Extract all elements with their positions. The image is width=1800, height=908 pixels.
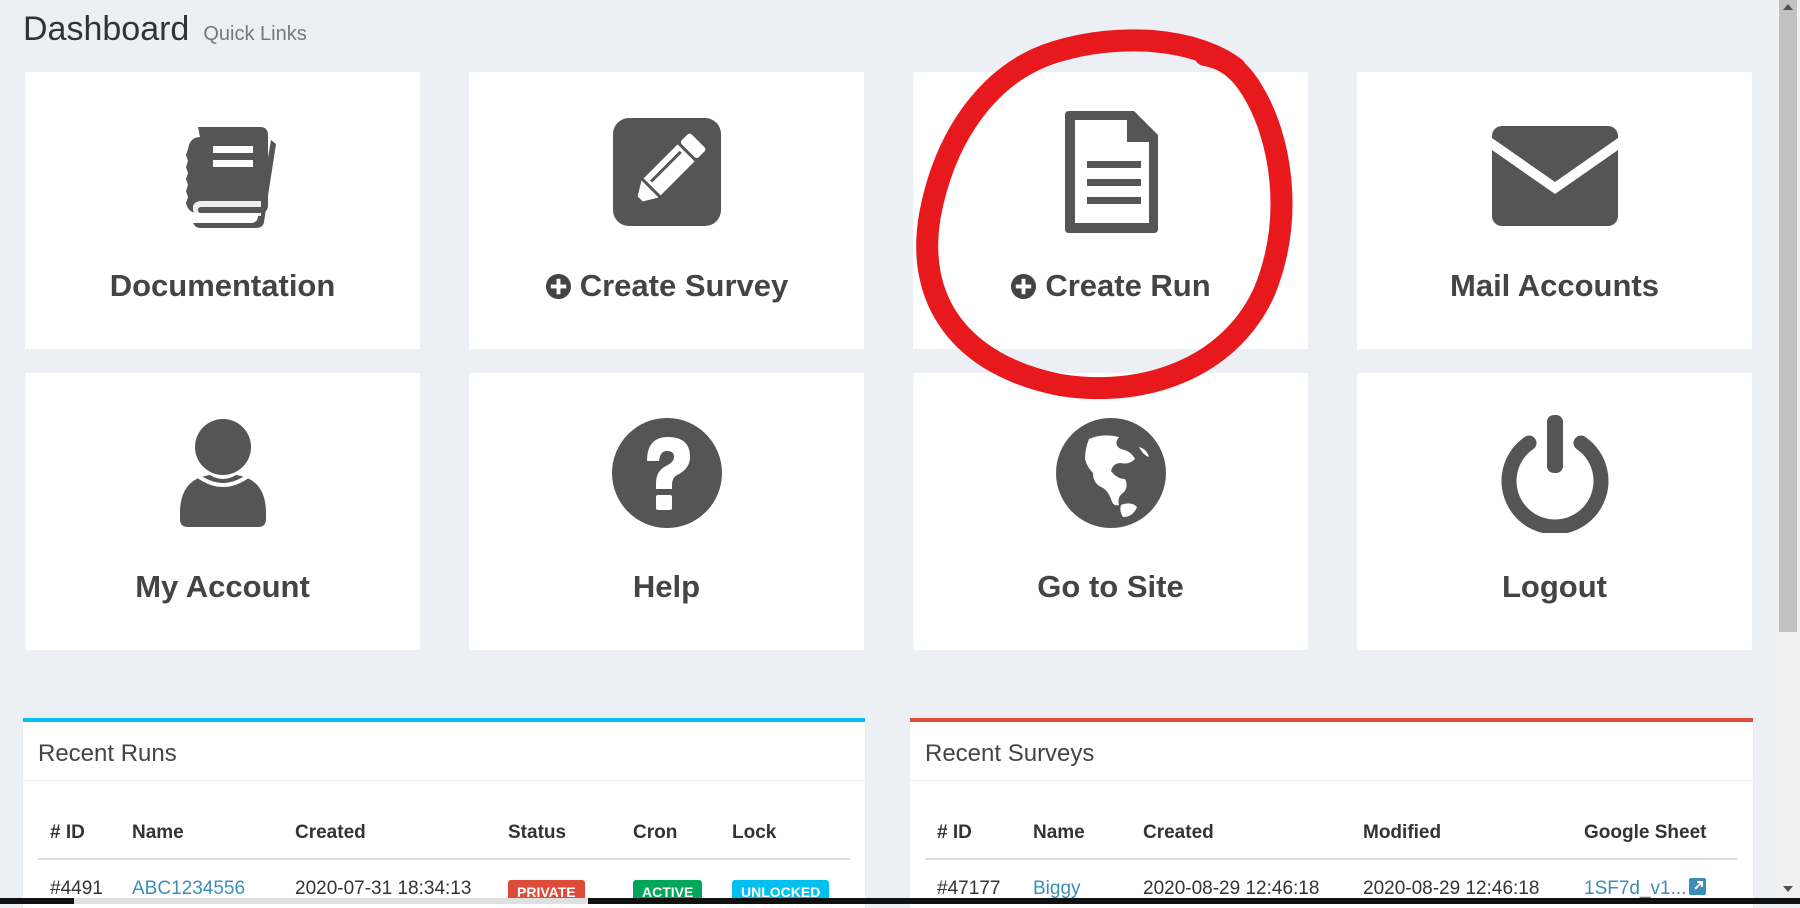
box-title: Recent Runs <box>38 740 177 767</box>
tile-create-run[interactable]: Create Run <box>913 72 1308 349</box>
column-header-name: Name <box>132 822 184 843</box>
run-name-link[interactable]: ABC1234556 <box>132 878 245 900</box>
pencil-square-icon <box>469 112 864 232</box>
question-circle-icon <box>469 413 864 533</box>
column-header-created: Created <box>295 822 366 843</box>
recent-surveys-box: Recent Surveys # ID Name Created Modifie… <box>910 718 1753 908</box>
column-header-created: Created <box>1143 822 1214 843</box>
tile-label: Go to Site <box>1037 569 1184 604</box>
tile-mail-accounts[interactable]: Mail Accounts <box>1357 72 1752 349</box>
column-header-id: # ID <box>50 822 85 843</box>
tile-label: Documentation <box>109 268 336 303</box>
bottom-edge <box>0 898 1800 904</box>
column-header-modified: Modified <box>1363 822 1442 843</box>
plus-circle-icon <box>545 273 571 299</box>
tile-label: Mail Accounts <box>1450 268 1659 303</box>
table-header-divider <box>38 858 850 860</box>
run-id: #4491 <box>50 878 103 899</box>
page-title: Dashboard <box>23 10 190 48</box>
box-title: Recent Surveys <box>925 740 1095 767</box>
tile-documentation[interactable]: Documentation <box>25 72 420 349</box>
run-created: 2020-07-31 18:34:13 <box>295 878 472 899</box>
survey-created: 2020-08-29 12:46:18 <box>1143 878 1320 899</box>
book-icon <box>25 112 420 232</box>
tile-label: Create Survey <box>469 268 864 304</box>
column-header-name: Name <box>1033 822 1085 843</box>
survey-modified: 2020-08-29 12:46:18 <box>1363 878 1540 899</box>
user-icon <box>25 413 420 533</box>
tile-label: Logout <box>1501 569 1607 604</box>
box-divider <box>910 780 1753 781</box>
column-header-lock: Lock <box>732 822 777 843</box>
tile-label: Help <box>632 569 701 604</box>
box-divider <box>23 780 865 781</box>
plus-circle-icon <box>1011 273 1037 299</box>
scroll-down-arrow-icon[interactable] <box>1783 886 1793 892</box>
scroll-up-arrow-icon[interactable] <box>1783 4 1793 10</box>
envelope-icon <box>1357 112 1752 232</box>
power-icon <box>1357 413 1752 533</box>
page-header: Dashboard Quick Links <box>23 10 307 49</box>
file-text-icon <box>913 111 1308 233</box>
survey-name-link[interactable]: Biggy <box>1033 878 1081 900</box>
column-header-cron: Cron <box>633 822 678 843</box>
recent-runs-box: Recent Runs # ID Name Created Status Cro… <box>23 718 865 908</box>
column-header-google-sheet: Google Sheet <box>1584 822 1707 843</box>
globe-icon <box>913 413 1308 533</box>
survey-id: #47177 <box>937 878 1001 899</box>
vertical-scrollbar[interactable] <box>1776 0 1800 904</box>
column-header-status: Status <box>508 822 567 843</box>
tile-help[interactable]: Help <box>469 373 864 650</box>
table-header-divider <box>925 858 1737 860</box>
external-link-icon <box>1689 878 1707 895</box>
tile-label: Create Run <box>913 268 1308 304</box>
tile-go-to-site[interactable]: Go to Site <box>913 373 1308 650</box>
tile-label: My Account <box>135 569 310 604</box>
page-subtitle: Quick Links <box>203 23 307 45</box>
tile-create-survey[interactable]: Create Survey <box>469 72 864 349</box>
scrollbar-thumb[interactable] <box>1779 0 1797 632</box>
tile-my-account[interactable]: My Account <box>25 373 420 650</box>
tile-logout[interactable]: Logout <box>1357 373 1752 650</box>
google-sheet-link-text: 1SF7d_v1... <box>1584 878 1687 899</box>
column-header-id: # ID <box>937 822 972 843</box>
horizontal-scrollbar-thumb[interactable] <box>74 898 588 904</box>
google-sheet-link[interactable]: 1SF7d_v1... <box>1584 878 1707 900</box>
